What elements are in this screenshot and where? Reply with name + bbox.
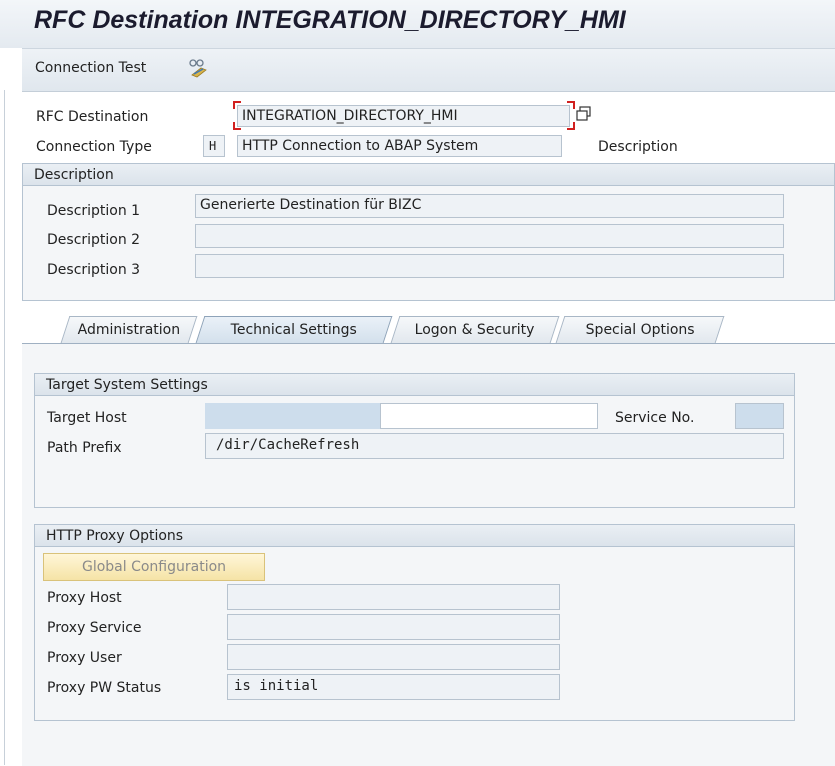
description-2-label: Description 2 [47, 232, 141, 248]
target-host-label: Target Host [47, 410, 127, 426]
glasses-test-icon[interactable] [185, 56, 211, 80]
description-3-label: Description 3 [47, 262, 141, 278]
target-host-field[interactable] [380, 403, 598, 429]
tab-technical-settings-label: Technical Settings [230, 322, 357, 338]
connection-test-button[interactable]: Connection Test [35, 60, 146, 76]
description-panel-header: Description [23, 164, 834, 186]
proxy-service-label: Proxy Service [47, 620, 142, 636]
proxy-user-field[interactable] [227, 644, 560, 670]
required-marker [567, 101, 575, 109]
target-system-panel-header: Target System Settings [35, 374, 794, 396]
description-1-label: Description 1 [47, 203, 141, 219]
connection-type-code-field[interactable]: H [203, 135, 225, 157]
tab-administration-label: Administration [77, 322, 180, 338]
tab-logon-security-label: Logon & Security [414, 322, 535, 338]
proxy-user-label: Proxy User [47, 650, 122, 666]
http-proxy-panel-header: HTTP Proxy Options [35, 525, 794, 547]
required-marker [567, 122, 575, 130]
tab-special-options[interactable]: Special Options [555, 316, 725, 343]
target-host-field-masked[interactable] [205, 403, 380, 429]
tab-administration[interactable]: Administration [60, 316, 198, 343]
required-marker [233, 122, 241, 130]
proxy-pw-status-field: is initial [227, 674, 560, 700]
required-marker [233, 101, 241, 109]
description-2-field[interactable] [195, 224, 784, 248]
path-prefix-label: Path Prefix [47, 440, 122, 456]
application-toolbar: Connection Test [22, 48, 835, 92]
copy-window-icon[interactable] [575, 106, 593, 122]
tab-technical-settings[interactable]: Technical Settings [195, 316, 393, 343]
description-1-field[interactable]: Generierte Destination für BIZC [195, 194, 784, 218]
tab-special-options-label: Special Options [585, 322, 695, 338]
proxy-service-field[interactable] [227, 614, 560, 640]
left-border-line [4, 90, 5, 765]
page-title: RFC Destination INTEGRATION_DIRECTORY_HM… [34, 6, 626, 34]
tab-logon-security[interactable]: Logon & Security [390, 316, 560, 343]
service-no-label: Service No. [615, 410, 695, 426]
proxy-pw-status-label: Proxy PW Status [47, 680, 162, 696]
connection-type-label: Connection Type [36, 139, 152, 155]
proxy-host-field[interactable] [227, 584, 560, 610]
service-no-field[interactable] [735, 403, 784, 429]
proxy-host-label: Proxy Host [47, 590, 122, 606]
description-label: Description [598, 139, 678, 155]
rfc-destination-field[interactable]: INTEGRATION_DIRECTORY_HMI [237, 105, 570, 127]
description-3-field[interactable] [195, 254, 784, 278]
path-prefix-field[interactable]: /dir/CacheRefresh [205, 433, 784, 459]
global-configuration-button[interactable]: Global Configuration [43, 553, 265, 581]
rfc-destination-label: RFC Destination [36, 109, 149, 125]
connection-type-field: HTTP Connection to ABAP System [237, 135, 562, 157]
